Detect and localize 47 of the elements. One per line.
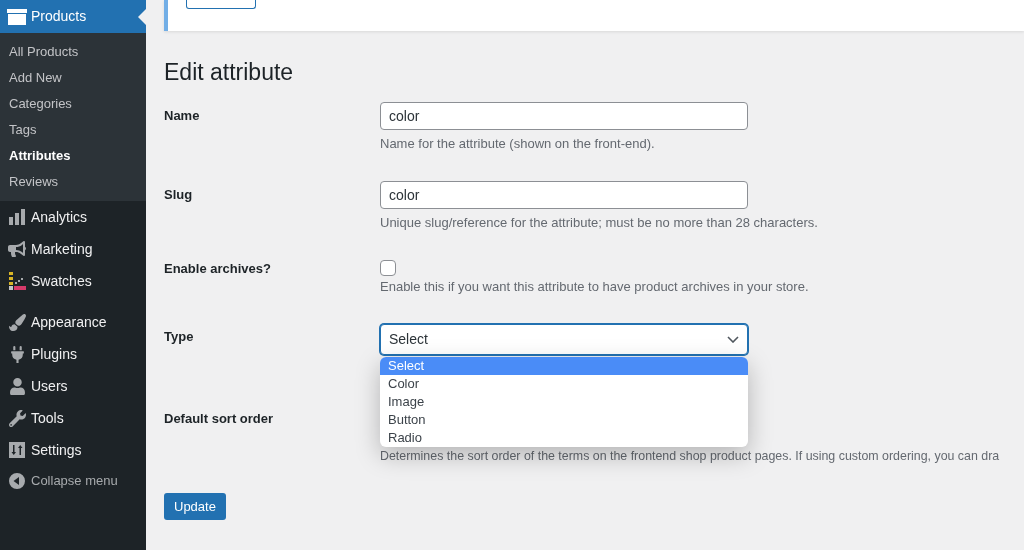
page-title: Edit attribute [164,58,295,87]
submenu-item[interactable]: Reviews [0,169,146,195]
submenu-item[interactable]: Tags [0,117,146,143]
field-description: Unique slug/reference for the attribute; must be no more than 28 characters. [380,214,818,232]
submenu-item[interactable]: Add New [0,65,146,91]
submenu-item[interactable]: All Products [0,39,146,65]
paintbrush-icon [8,313,26,331]
field-label: Enable archives? [164,260,272,278]
text-field[interactable]: color [380,181,748,209]
text-field[interactable]: color [380,102,748,130]
type-select[interactable]: Select [380,324,748,355]
submenu-item[interactable]: Categories [0,91,146,117]
field-label: Slug [164,186,194,204]
sidebar-menu-item[interactable]: Marketing [0,233,146,265]
sidebar-menu-item[interactable]: Settings [0,434,146,466]
sidebar-menu-item[interactable]: Appearance [0,306,146,338]
dropdown-option[interactable]: Image [380,393,748,411]
wrench-icon [8,409,26,427]
user-icon [9,377,25,395]
field-description: Name for the attribute (shown on the front-end). [380,135,656,153]
circle-arrow-left-icon [9,473,25,489]
field-label: Type [164,328,195,346]
bar-chart-icon [9,209,25,225]
field-description: Enable this if you want this attribute to have product archives in your store. [380,278,809,296]
sidebar-menu-item[interactable]: Users [0,370,146,402]
collapse-menu-button[interactable]: Collapse menu [0,466,146,496]
color-swatch-icon [8,272,26,290]
notice-button[interactable] [186,0,256,9]
sidebar-menu-item[interactable]: Tools [0,402,146,434]
megaphone-icon [8,241,26,257]
sidebar-menu-item[interactable]: Analytics [0,201,146,233]
sidebar-menu-item[interactable]: Swatches [0,265,146,297]
chevron-down-icon [727,336,739,343]
dropdown-option[interactable]: Radio [380,429,748,447]
field-label: Name [164,107,201,125]
sidebar-menu-item[interactable]: Plugins [0,338,146,370]
plug-icon [8,345,26,363]
field-description: Determines the sort order of the terms on the frontend shop product pages. If using custom ordering, you can dra [380,448,1000,465]
field-label: Default sort order [164,410,275,428]
submenu-item[interactable]: Attributes [0,143,146,169]
update-button[interactable]: Update [164,493,226,520]
dropdown-option[interactable]: Color [380,375,748,393]
archive-box-icon [7,8,27,25]
sidebar-menu-item[interactable]: Products [0,0,146,33]
settings-icon [9,442,25,458]
checkbox[interactable] [380,260,396,276]
dropdown-option[interactable]: Button [380,411,748,429]
